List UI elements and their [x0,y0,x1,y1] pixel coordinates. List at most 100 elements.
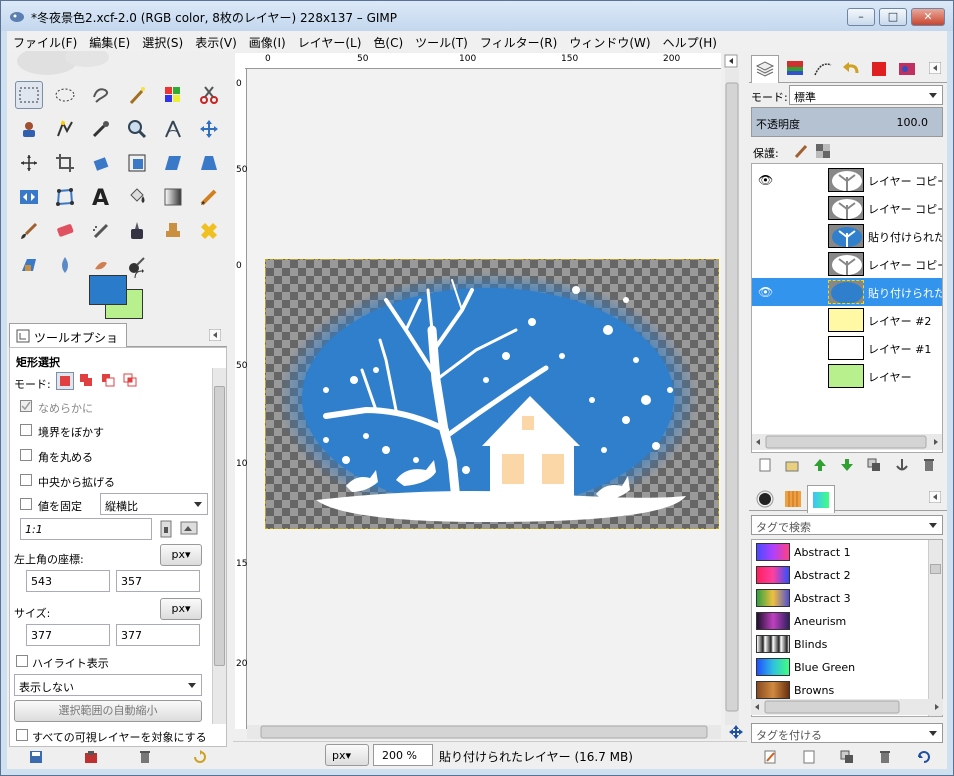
foreground-color[interactable] [89,275,127,305]
paths-tool[interactable] [51,115,79,143]
menu-view[interactable]: 表示(V) [189,31,243,51]
mode-add-button[interactable] [78,372,96,390]
restore-options-icon[interactable] [84,750,98,764]
fixed-mode-select[interactable]: 縦横比 [100,493,208,515]
layers-hscroll[interactable] [752,434,942,450]
raise-layer-icon[interactable] [813,458,827,472]
tab-channels[interactable] [781,55,809,83]
horizontal-ruler[interactable]: 0 50 100 150 200 [245,53,721,69]
heal-tool[interactable] [195,217,223,245]
menu-select[interactable]: 選択(S) [136,31,189,51]
rect-select-tool[interactable] [15,81,43,109]
tab-patterns[interactable] [779,485,807,513]
canvas-vscroll[interactable] [723,69,741,725]
new-gradient-icon[interactable] [802,750,816,764]
scissors-tool[interactable] [195,81,223,109]
position-x-field[interactable]: 543 [26,570,110,592]
lock-pixels-icon[interactable] [793,143,809,159]
flip-tool[interactable] [15,183,43,211]
size-unit-select[interactable]: px▾ [160,598,202,620]
new-layer-icon[interactable] [758,458,772,472]
rounded-checkbox[interactable] [20,449,32,461]
layer-row-selected[interactable]: 👁 貼り付けられたレ [752,278,942,306]
position-unit-select[interactable]: px▾ [160,544,202,566]
blur-tool[interactable] [51,251,79,279]
guides-select[interactable]: 表示しない [14,674,202,696]
navigate-icon[interactable] [729,725,743,739]
menu-filters[interactable]: フィルター(R) [474,31,563,51]
clone-tool[interactable] [159,217,187,245]
swap-colors-icon[interactable] [133,269,145,281]
edit-gradient-icon[interactable] [763,750,777,764]
minimize-button[interactable]: – [847,8,875,26]
menu-image[interactable]: 画像(I) [243,31,292,51]
save-options-icon[interactable] [29,750,43,764]
unit-select[interactable]: px▾ [325,744,369,766]
feather-checkbox[interactable] [20,424,32,436]
tab-layers[interactable] [751,55,779,83]
text-tool[interactable]: A [87,183,115,211]
eye-icon[interactable]: 👁 [758,173,773,187]
tab-menu-icon[interactable] [929,62,941,74]
menu-colors[interactable]: 色(C) [367,31,409,51]
refresh-gradients-icon[interactable] [917,750,931,764]
menu-layer[interactable]: レイヤー(L) [292,31,368,51]
menu-tools[interactable]: ツール(T) [409,31,474,51]
tab-menu-icon[interactable] [929,491,941,503]
menu-file[interactable]: ファイル(F) [7,31,83,51]
mode-intersect-button[interactable] [122,372,140,390]
move-tool[interactable] [195,115,223,143]
expand-center-checkbox[interactable] [20,474,32,486]
layer-row[interactable]: レイヤー コピー [752,250,942,278]
width-field[interactable]: 377 [26,624,110,646]
gradient-tag-search[interactable]: タグで検索 [751,515,943,535]
layer-row[interactable]: レイヤー [752,362,942,390]
mode-subtract-button[interactable] [100,372,118,390]
duplicate-layer-icon[interactable] [867,458,881,472]
fixed-checkbox[interactable] [20,498,32,510]
tab-menu-icon[interactable] [209,329,221,341]
layer-row[interactable]: レイヤー #2 [752,306,942,334]
canvas-hscroll[interactable] [247,725,721,739]
paintbrush-tool[interactable] [15,217,43,245]
color-picker-tool[interactable] [87,115,115,143]
image-canvas[interactable] [265,259,719,529]
delete-gradient-icon[interactable] [878,750,892,764]
portrait-icon[interactable] [158,520,174,538]
lock-alpha-icon[interactable] [815,143,831,159]
gradient-item[interactable]: Aneurism [754,611,928,631]
all-visible-checkbox[interactable] [16,729,28,741]
free-select-tool[interactable] [87,81,115,109]
rotate-tool[interactable] [87,149,115,177]
tool-options-scrollbar[interactable] [212,368,226,724]
vertical-ruler[interactable]: 0 50 100 150 200 50 0 [235,69,253,729]
layer-row[interactable]: 👁 レイヤー コピー [752,166,942,194]
zoom-select[interactable]: 200 % [373,744,433,766]
tab-tool-options[interactable]: ツールオプション [9,323,127,362]
layer-row[interactable]: レイヤー コピー [752,194,942,222]
antialias-checkbox[interactable] [20,400,32,412]
perspective-tool[interactable] [195,149,223,177]
highlight-checkbox[interactable] [16,655,28,667]
anchor-layer-icon[interactable] [895,458,909,472]
align-tool[interactable] [15,149,43,177]
ellipse-select-tool[interactable] [51,81,79,109]
tab-palette[interactable] [893,55,921,83]
eye-icon[interactable]: 👁 [758,285,773,299]
ratio-field[interactable]: 1:1 [20,518,152,540]
pencil-tool[interactable] [195,183,223,211]
maximize-button[interactable]: □ [879,8,907,26]
zoom-tool[interactable] [123,115,151,143]
tab-brushes[interactable] [751,485,779,513]
gradients-hscroll[interactable] [751,699,943,715]
reset-options-icon[interactable] [193,750,207,764]
ink-tool[interactable] [123,217,151,245]
gradient-item[interactable]: Blinds [754,634,928,654]
new-group-icon[interactable] [785,458,799,472]
airbrush-tool[interactable] [87,217,115,245]
gradient-item[interactable]: Browns [754,680,928,700]
shear-tool[interactable] [159,149,187,177]
autoshrink-button[interactable]: 選択範囲の自動縮小 [14,700,202,722]
tab-gradients[interactable] [807,485,835,513]
blend-tool[interactable] [159,183,187,211]
